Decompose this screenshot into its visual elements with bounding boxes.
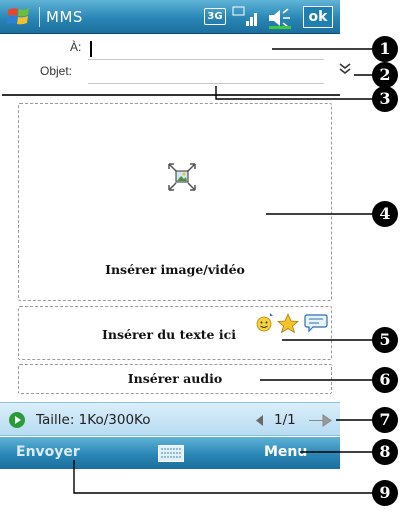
- callout-3: 3: [372, 86, 398, 112]
- to-label: À:: [70, 40, 82, 54]
- previous-slide-icon[interactable]: [254, 414, 264, 427]
- volume-icon[interactable]: [266, 7, 294, 29]
- callout-8: 8: [372, 439, 398, 465]
- message-size-text: Taille: 1Ko/300Ko: [36, 412, 151, 428]
- keyboard-icon[interactable]: [158, 445, 184, 462]
- callout-5: 5: [372, 327, 398, 353]
- ok-button[interactable]: ok: [303, 6, 333, 28]
- windows-start-icon[interactable]: [6, 5, 32, 29]
- insert-audio-label: Insérer audio: [127, 371, 223, 386]
- title-separator: [39, 7, 40, 27]
- callout-6: 6: [372, 367, 398, 393]
- insert-text-area[interactable]: Insérer du texte ici: [18, 306, 332, 360]
- to-field[interactable]: [88, 38, 324, 60]
- callout-9: 9: [372, 480, 398, 506]
- subject-field[interactable]: [88, 62, 324, 84]
- send-softkey[interactable]: Envoyer: [16, 444, 80, 460]
- subject-label: Objet:: [40, 64, 73, 78]
- callout-2: 2: [372, 62, 398, 88]
- message-status-bar: Taille: 1Ko/300Ko 1/1: [0, 402, 340, 436]
- insert-picture-icon: [168, 163, 196, 191]
- network-3g-icon[interactable]: 3G: [204, 8, 226, 25]
- callout-1: 1: [372, 36, 398, 62]
- menu-softkey[interactable]: Menu: [264, 444, 307, 460]
- callout-4: 4: [372, 201, 398, 227]
- expand-header-icon[interactable]: [338, 62, 352, 76]
- insert-image-label: Insérer image/vidéo: [105, 262, 245, 277]
- play-icon[interactable]: [8, 411, 26, 429]
- callout-7: 7: [372, 407, 398, 433]
- text-caret: [90, 41, 92, 57]
- title-bar: MMS 3G ok: [0, 0, 340, 34]
- slide-counter: 1/1: [274, 412, 296, 428]
- app-title: MMS: [46, 8, 83, 26]
- insert-audio-area[interactable]: Insérer audio: [18, 364, 332, 394]
- insert-text-label: Insérer du texte ici: [102, 327, 236, 342]
- signal-icon[interactable]: [232, 6, 260, 28]
- header-divider: [2, 94, 340, 96]
- next-slide-icon[interactable]: [308, 413, 332, 428]
- insert-image-area[interactable]: Insérer image/vidéo: [18, 103, 332, 301]
- softkey-bar: Envoyer Menu: [0, 437, 340, 469]
